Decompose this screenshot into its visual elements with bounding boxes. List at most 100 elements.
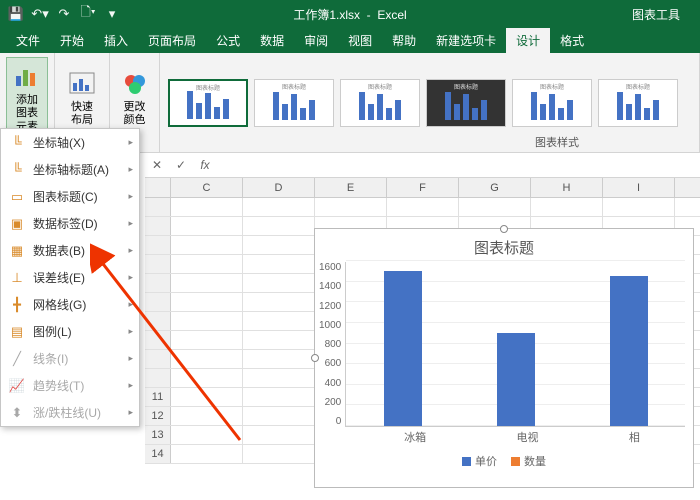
menu-gridlines[interactable]: ╋网格线(G)▸ xyxy=(1,291,139,318)
cell[interactable] xyxy=(603,198,675,216)
cell[interactable] xyxy=(171,331,243,349)
fx-icon[interactable]: fx xyxy=(193,158,217,172)
menu-legend[interactable]: ▤图例(L)▸ xyxy=(1,318,139,345)
cell[interactable] xyxy=(243,255,315,273)
row-header[interactable] xyxy=(145,217,171,235)
tab-format[interactable]: 格式 xyxy=(550,28,594,53)
resize-handle-left[interactable] xyxy=(311,354,319,362)
cell[interactable] xyxy=(171,312,243,330)
cell[interactable] xyxy=(243,236,315,254)
tab-data[interactable]: 数据 xyxy=(250,28,294,53)
qat-more-icon[interactable]: ▾ xyxy=(104,6,120,22)
cell[interactable] xyxy=(243,274,315,292)
cell[interactable] xyxy=(171,274,243,292)
col-header[interactable]: E xyxy=(315,178,387,197)
embedded-chart[interactable]: 图表标题 16001400120010008006004002000 冰箱电视相… xyxy=(314,228,694,488)
chart-styles-gallery[interactable]: 图表标题 图表标题 图表标题 图表标题 图表标题 图表标题 xyxy=(168,57,678,148)
menu-chart-title[interactable]: ▭图表标题(C)▸ xyxy=(1,183,139,210)
col-header[interactable]: I xyxy=(603,178,675,197)
cell[interactable] xyxy=(171,388,243,406)
cell[interactable] xyxy=(531,198,603,216)
col-header[interactable]: C xyxy=(171,178,243,197)
cell[interactable] xyxy=(171,236,243,254)
row-header[interactable] xyxy=(145,293,171,311)
tab-new-tab[interactable]: 新建选项卡 xyxy=(426,28,506,53)
row-header[interactable] xyxy=(145,331,171,349)
row-header[interactable] xyxy=(145,198,171,216)
cancel-formula-icon[interactable]: ✕ xyxy=(145,158,169,172)
row-header[interactable] xyxy=(145,350,171,368)
cell[interactable] xyxy=(387,198,459,216)
cell[interactable] xyxy=(171,426,243,444)
select-all-corner[interactable] xyxy=(145,178,171,197)
cell[interactable] xyxy=(315,198,387,216)
chart-style-6[interactable]: 图表标题 xyxy=(598,79,678,127)
chart-style-2[interactable]: 图表标题 xyxy=(254,79,334,127)
customize-qat-icon[interactable]: 🗋▾ xyxy=(80,6,96,22)
row-header[interactable]: 12 xyxy=(145,407,171,425)
cell[interactable] xyxy=(243,198,315,216)
resize-handle-top[interactable] xyxy=(500,225,508,233)
menu-axes[interactable]: ╚坐标轴(X)▸ xyxy=(1,129,139,156)
cell[interactable] xyxy=(243,445,315,463)
chart-bar[interactable] xyxy=(610,276,648,426)
cell[interactable] xyxy=(171,255,243,273)
formula-input[interactable] xyxy=(217,158,700,172)
cell[interactable] xyxy=(243,217,315,235)
plot-area[interactable] xyxy=(345,262,685,427)
accept-formula-icon[interactable]: ✓ xyxy=(169,158,193,172)
cell[interactable] xyxy=(171,350,243,368)
row-header[interactable] xyxy=(145,274,171,292)
col-header[interactable]: H xyxy=(531,178,603,197)
chart-title[interactable]: 图表标题 xyxy=(315,229,693,262)
tab-page-layout[interactable]: 页面布局 xyxy=(138,28,206,53)
menu-axis-titles[interactable]: ╚坐标轴标题(A)▸ xyxy=(1,156,139,183)
chart-bar[interactable] xyxy=(497,333,535,426)
col-header[interactable]: F xyxy=(387,178,459,197)
save-icon[interactable]: 💾 xyxy=(8,6,24,22)
chart-style-5[interactable]: 图表标题 xyxy=(512,79,592,127)
cell[interactable] xyxy=(171,369,243,387)
chart-style-4[interactable]: 图表标题 xyxy=(426,79,506,127)
tab-insert[interactable]: 插入 xyxy=(94,28,138,53)
row-header[interactable] xyxy=(145,255,171,273)
cell[interactable] xyxy=(171,198,243,216)
row-header[interactable] xyxy=(145,312,171,330)
col-header[interactable]: D xyxy=(243,178,315,197)
tab-formulas[interactable]: 公式 xyxy=(206,28,250,53)
cell[interactable] xyxy=(243,350,315,368)
row-header[interactable]: 11 xyxy=(145,388,171,406)
menu-data-labels[interactable]: ▣数据标签(D)▸ xyxy=(1,210,139,237)
chart-bar[interactable] xyxy=(384,271,422,426)
cell[interactable] xyxy=(243,312,315,330)
cell[interactable] xyxy=(243,293,315,311)
cell[interactable] xyxy=(243,426,315,444)
row-header[interactable] xyxy=(145,236,171,254)
row-header[interactable]: 14 xyxy=(145,445,171,463)
cell[interactable] xyxy=(243,407,315,425)
redo-icon[interactable]: ↷ xyxy=(56,6,72,22)
cell[interactable] xyxy=(171,293,243,311)
row-header[interactable]: 13 xyxy=(145,426,171,444)
cell[interactable] xyxy=(171,217,243,235)
menu-data-table[interactable]: ▦数据表(B)▸ xyxy=(1,237,139,264)
tab-review[interactable]: 审阅 xyxy=(294,28,338,53)
cell[interactable] xyxy=(243,331,315,349)
cell[interactable] xyxy=(171,407,243,425)
cell[interactable] xyxy=(171,445,243,463)
col-header[interactable]: G xyxy=(459,178,531,197)
chart-legend[interactable]: 单价 数量 xyxy=(315,445,693,469)
cell[interactable] xyxy=(243,369,315,387)
tab-design[interactable]: 设计 xyxy=(506,28,550,53)
chart-style-3[interactable]: 图表标题 xyxy=(340,79,420,127)
tab-view[interactable]: 视图 xyxy=(338,28,382,53)
menu-error-bars[interactable]: ⊥误差线(E)▸ xyxy=(1,264,139,291)
undo-icon[interactable]: ↶▾ xyxy=(32,6,48,22)
cell[interactable] xyxy=(243,388,315,406)
tab-help[interactable]: 帮助 xyxy=(382,28,426,53)
cell[interactable] xyxy=(459,198,531,216)
tab-home[interactable]: 开始 xyxy=(50,28,94,53)
row-header[interactable] xyxy=(145,369,171,387)
tab-file[interactable]: 文件 xyxy=(6,28,50,53)
chart-style-1[interactable]: 图表标题 xyxy=(168,79,248,127)
